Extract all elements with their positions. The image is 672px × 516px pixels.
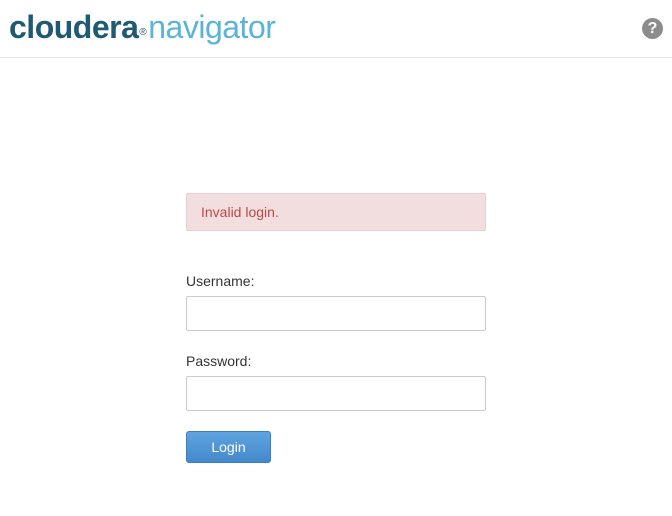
logo-product-text: navigator <box>148 9 276 45</box>
username-field[interactable] <box>186 296 486 331</box>
login-button[interactable]: Login <box>186 431 271 463</box>
error-alert: Invalid login. <box>186 193 486 231</box>
username-label: Username: <box>186 273 255 289</box>
logo-brand-text: cloudera <box>9 9 139 45</box>
password-field[interactable] <box>186 376 486 411</box>
cloudera-navigator-logo: cloudera®navigator <box>9 8 276 46</box>
password-label: Password: <box>186 353 252 369</box>
help-icon[interactable]: ? <box>642 18 663 39</box>
logo-registered-mark: ® <box>139 27 147 38</box>
top-header: cloudera®navigator ? <box>0 0 672 58</box>
error-alert-message: Invalid login. <box>201 204 279 220</box>
